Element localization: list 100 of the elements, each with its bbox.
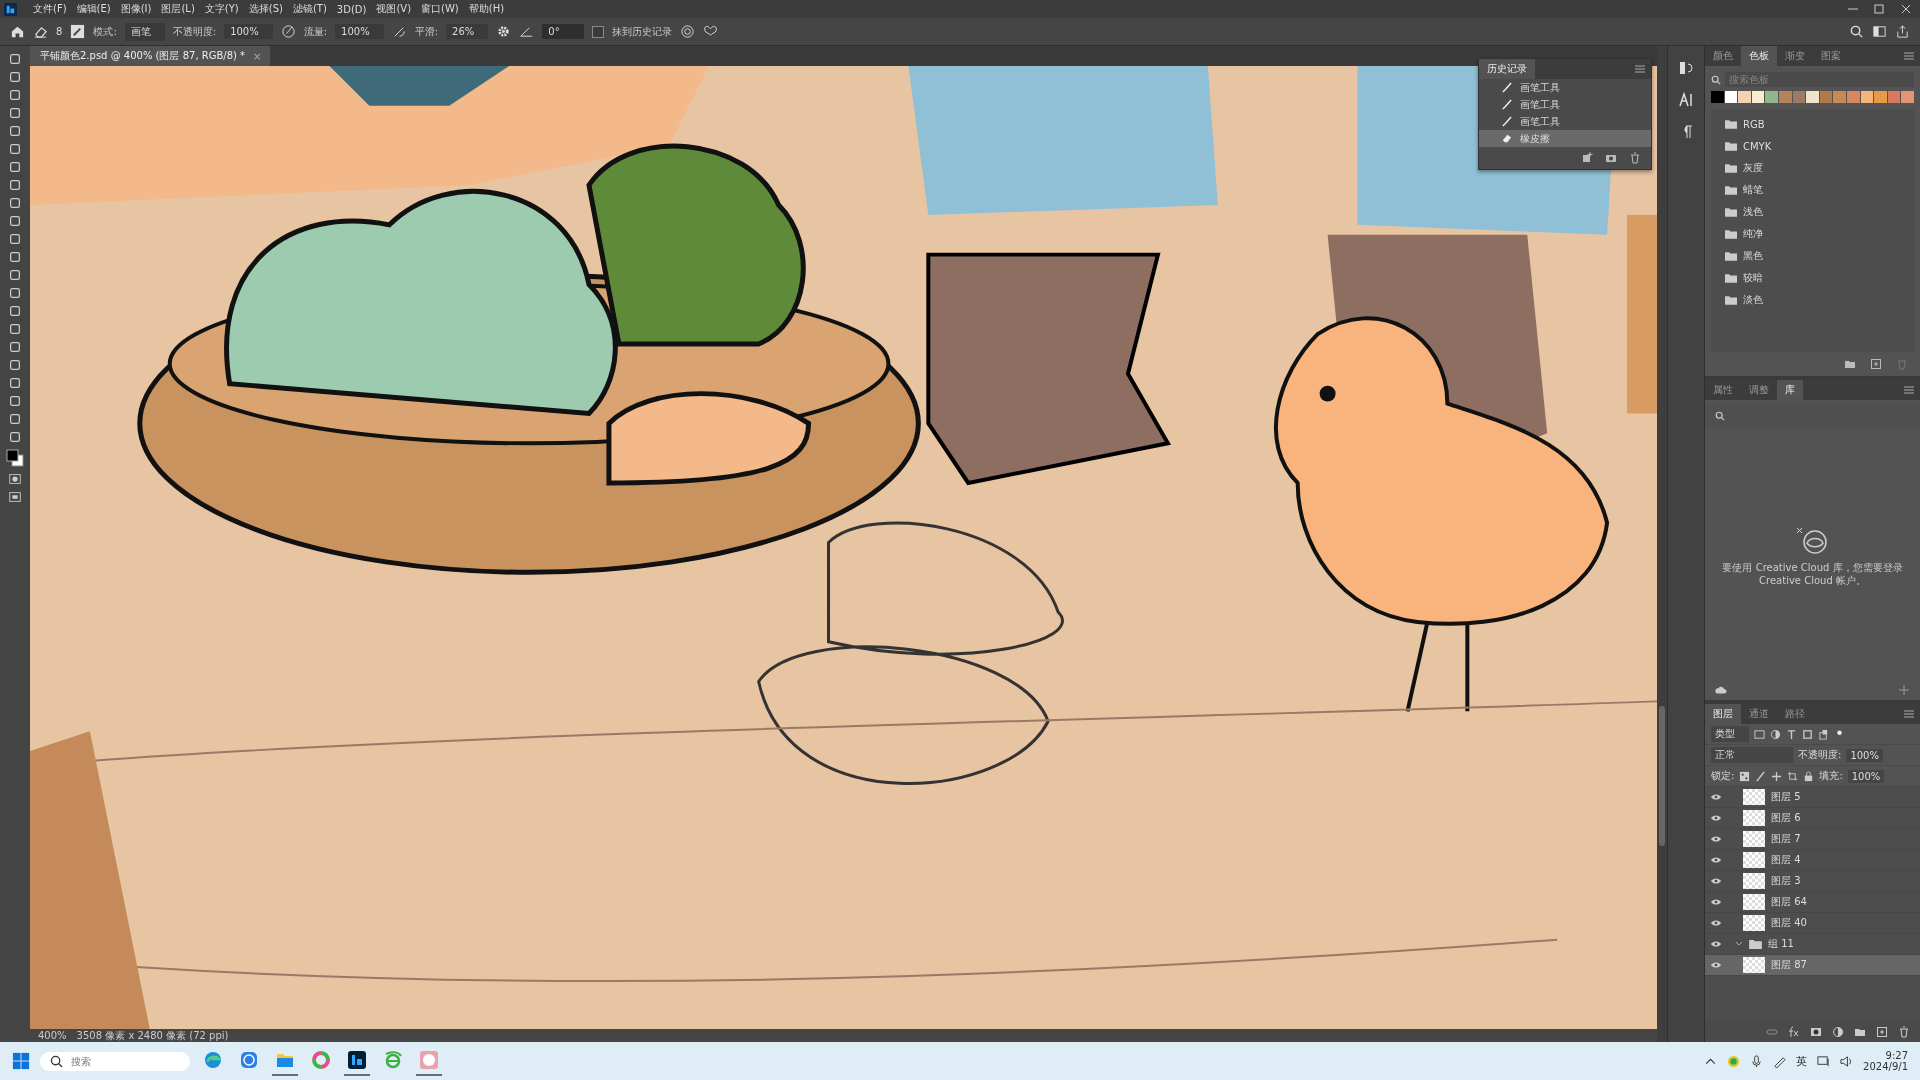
menu-item[interactable]: 滤镜(T) (288, 2, 331, 16)
menu-item[interactable]: 视图(V) (372, 2, 416, 16)
erase-history-checkbox[interactable] (591, 25, 604, 38)
workspace-icon[interactable] (1872, 24, 1887, 39)
color-swatch[interactable] (1806, 91, 1819, 103)
color-swatch[interactable] (1765, 91, 1778, 103)
pen-icon[interactable] (1773, 1054, 1787, 1068)
fx-icon[interactable] (1788, 1026, 1800, 1038)
history-item[interactable]: 画笔工具 (1479, 113, 1651, 130)
swatch-group[interactable]: 浅色 (1711, 201, 1914, 223)
image-filter-icon[interactable] (1754, 728, 1765, 740)
folder-icon[interactable] (1854, 1026, 1866, 1038)
panel-tab[interactable]: 色板 (1741, 46, 1777, 66)
folder-icon[interactable] (1844, 358, 1856, 370)
quick-mask-icon[interactable] (8, 472, 22, 486)
new-layer-icon[interactable] (1876, 1026, 1888, 1038)
menu-item[interactable]: 帮助(H) (464, 2, 509, 16)
tool-icon[interactable] (8, 160, 22, 174)
panel-tab[interactable]: 库 (1777, 380, 1803, 400)
visibility-eye-icon[interactable] (1710, 835, 1722, 843)
color-swatch[interactable] (1887, 91, 1901, 103)
network-icon[interactable] (1817, 1054, 1831, 1068)
trash-icon[interactable] (1898, 1026, 1910, 1038)
color-swatch[interactable] (1738, 91, 1751, 103)
pressure-icon[interactable] (280, 24, 296, 39)
history-item[interactable]: 橡皮擦 (1479, 130, 1651, 147)
microphone-icon[interactable] (1750, 1054, 1764, 1068)
input-method-indicator[interactable]: 英 (1796, 1053, 1808, 1069)
document-tab[interactable]: 平铺颜色2.psd @ 400% (图层 87, RGB/8) * × (30, 46, 270, 66)
layer-row[interactable]: 图层 5 (1705, 787, 1920, 808)
smart-object-filter-icon[interactable] (1818, 728, 1829, 740)
swatch-group[interactable]: 纯净 (1711, 223, 1914, 245)
cloud-icon[interactable] (1715, 684, 1727, 696)
tool-icon[interactable] (8, 286, 22, 300)
camera-icon[interactable] (1605, 152, 1617, 164)
shape-filter-icon[interactable] (1802, 728, 1813, 740)
color-swatch[interactable] (1751, 91, 1765, 103)
menu-item[interactable]: 图像(I) (116, 2, 156, 16)
swatch-group[interactable]: 淡色 (1711, 289, 1914, 311)
visibility-eye-icon[interactable] (1710, 898, 1722, 906)
adjustment-filter-icon[interactable] (1770, 728, 1781, 740)
new-swatch-icon[interactable] (1870, 358, 1882, 370)
eraser-icon[interactable] (33, 24, 48, 39)
tool-icon[interactable] (8, 340, 22, 354)
layer-row[interactable]: 图层 4 (1705, 850, 1920, 871)
tool-icon[interactable] (8, 124, 22, 138)
angle-field[interactable]: 0° (542, 24, 584, 39)
character-icon[interactable] (1678, 92, 1694, 108)
color-swatch[interactable] (1846, 91, 1860, 103)
color-swatch[interactable] (1819, 91, 1833, 103)
flow-field[interactable]: 100% (335, 24, 384, 39)
library-search-field[interactable] (1705, 404, 1920, 428)
menu-item[interactable]: 图层(L) (157, 2, 199, 16)
tool-icon[interactable] (8, 358, 22, 372)
swatch-group[interactable]: CMYK (1711, 135, 1914, 157)
zoom-level[interactable]: 400% (38, 1030, 67, 1041)
blend-mode-dropdown[interactable]: 正常 (1711, 747, 1793, 763)
app-logo-icon[interactable] (4, 2, 17, 16)
visibility-eye-icon[interactable] (1710, 856, 1722, 864)
move-icon[interactable] (1771, 770, 1783, 782)
new-document-icon[interactable] (1581, 152, 1593, 164)
artboard-icon[interactable] (1787, 770, 1799, 782)
tool-icon[interactable] (8, 376, 22, 390)
color-swatch[interactable] (1724, 91, 1738, 103)
menu-item[interactable]: 文字(Y) (200, 2, 243, 16)
visibility-eye-icon[interactable] (1710, 961, 1722, 969)
tool-icon[interactable] (8, 214, 22, 228)
taskbar-search-box[interactable]: 搜索 (40, 1051, 190, 1071)
lock-pixels-icon[interactable] (1739, 770, 1751, 782)
tool-icon[interactable] (8, 322, 22, 336)
fill-field[interactable]: 100% (1847, 769, 1885, 783)
menu-item[interactable]: 编辑(E) (72, 2, 115, 16)
menu-item[interactable]: 文件(F) (29, 2, 71, 16)
tool-icon[interactable] (8, 394, 22, 408)
trash-icon[interactable] (1629, 152, 1641, 164)
layer-row[interactable]: 图层 87 (1705, 955, 1920, 976)
visibility-eye-icon[interactable] (1710, 814, 1722, 822)
visibility-eye-icon[interactable] (1710, 919, 1722, 927)
tool-icon[interactable] (8, 52, 22, 66)
swatch-group[interactable]: 较暗 (1711, 267, 1914, 289)
swatch-group[interactable]: 蜡笔 (1711, 179, 1914, 201)
tool-icon[interactable] (8, 88, 22, 102)
start-icon[interactable] (12, 1052, 30, 1070)
search-icon[interactable] (1849, 24, 1864, 39)
screen-mode-icon[interactable] (8, 490, 22, 504)
color-swatch[interactable] (1778, 91, 1792, 103)
menu-item[interactable]: 窗口(W) (417, 2, 463, 16)
target-icon[interactable] (679, 24, 695, 39)
type-filter-icon[interactable] (1786, 728, 1797, 740)
expand-caret-icon[interactable] (1735, 940, 1743, 948)
layer-row[interactable]: 图层 64 (1705, 892, 1920, 913)
panel-tab[interactable]: 通道 (1741, 704, 1777, 724)
panel-tab[interactable]: 图层 (1705, 704, 1741, 724)
history-item[interactable]: 画笔工具 (1479, 96, 1651, 113)
speaker-icon[interactable] (1840, 1054, 1854, 1068)
swatch-group[interactable]: 黑色 (1711, 245, 1914, 267)
tool-icon[interactable] (8, 106, 22, 120)
clock[interactable]: 9:27 2024/9/1 (1863, 1050, 1908, 1072)
color-swatches-icon[interactable] (5, 448, 25, 468)
swatch-group[interactable]: RGB (1711, 113, 1914, 135)
